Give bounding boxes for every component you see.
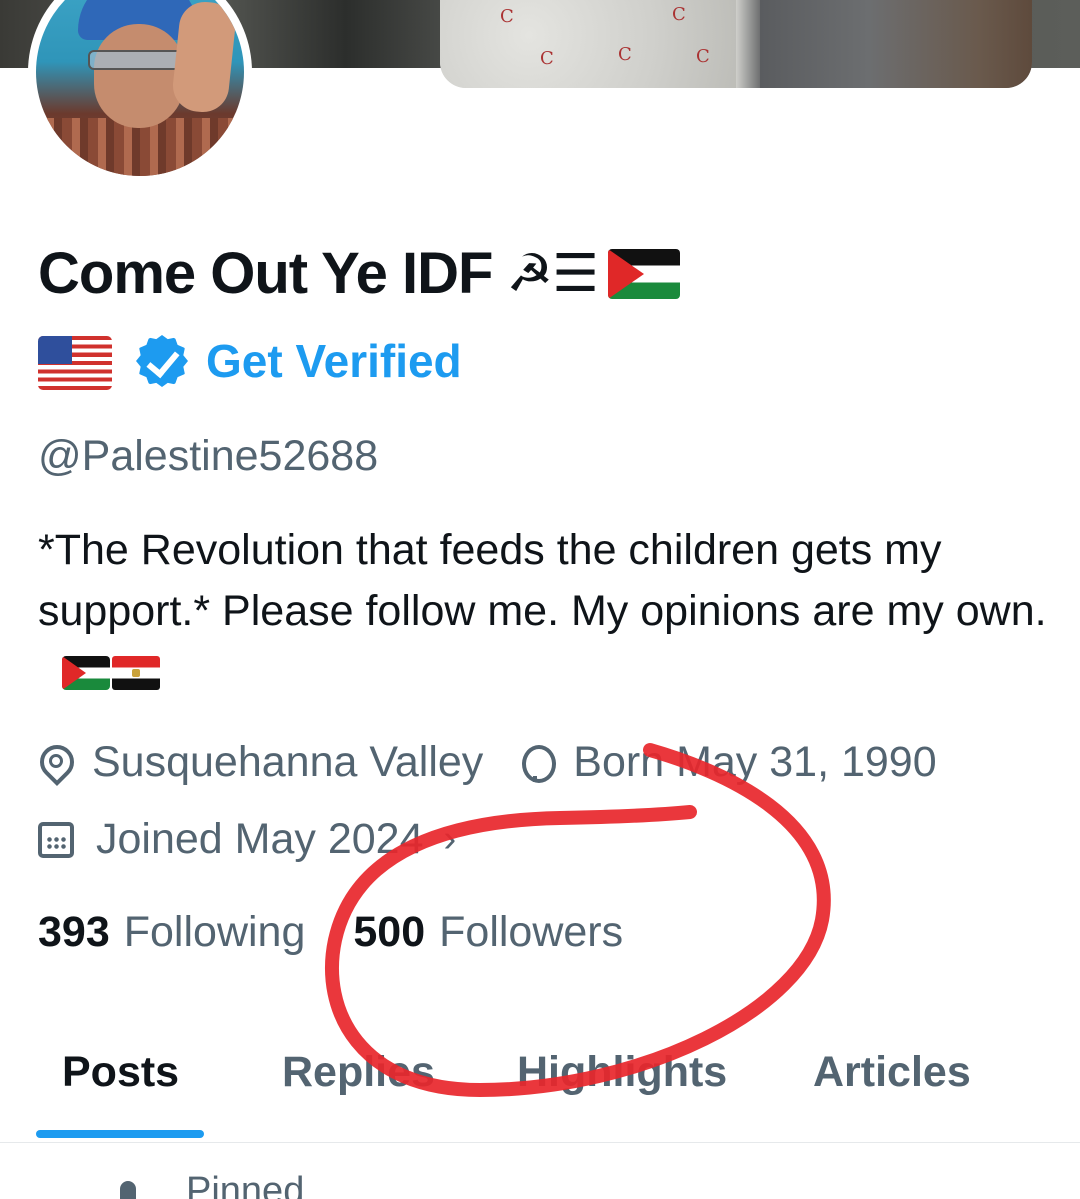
verified-badge-icon bbox=[136, 335, 188, 387]
pinned-label: Pinned bbox=[186, 1170, 305, 1199]
display-name: Come Out Ye IDF ☭☰ bbox=[38, 240, 680, 307]
banner-photo: C C C C C bbox=[440, 0, 1032, 88]
followers-link[interactable]: 500 Followers bbox=[353, 908, 623, 957]
chevron-right-icon: › bbox=[443, 818, 457, 860]
tab-highlights[interactable]: Highlights bbox=[517, 1048, 727, 1097]
profile-bio: *The Revolution that feeds the children … bbox=[38, 520, 1048, 703]
following-label: Following bbox=[123, 908, 306, 956]
display-name-text: Come Out Ye IDF bbox=[38, 241, 493, 306]
joined-text: Joined May 2024 bbox=[96, 815, 424, 863]
followers-count: 500 bbox=[353, 908, 426, 956]
shirt-logo: C bbox=[618, 44, 632, 65]
tab-articles[interactable]: Articles bbox=[813, 1048, 971, 1097]
follow-stats: 393 Following 500 Followers bbox=[38, 908, 623, 957]
username-handle: @Palestine52688 bbox=[38, 432, 379, 480]
pin-icon bbox=[114, 1175, 142, 1199]
us-flag-icon bbox=[38, 336, 112, 390]
following-count: 393 bbox=[38, 908, 110, 956]
profile-tabs: Posts Replies Highlights Articles bbox=[0, 1040, 1080, 1143]
shirt-logo: C bbox=[696, 46, 710, 67]
avatar-photo bbox=[36, 0, 244, 176]
profile-meta-row: Susquehanna Valley Born May 31, 1990 bbox=[38, 738, 937, 787]
birthday-text: Born May 31, 1990 bbox=[573, 738, 937, 786]
shirt-logo: C bbox=[540, 48, 554, 69]
palestine-flag-icon bbox=[607, 248, 680, 299]
active-tab-indicator bbox=[36, 1130, 204, 1138]
name-emoji: ☭☰ bbox=[506, 243, 598, 304]
tab-replies[interactable]: Replies bbox=[282, 1048, 435, 1097]
followers-label: Followers bbox=[439, 908, 624, 956]
tab-posts[interactable]: Posts bbox=[62, 1048, 179, 1097]
banner-shirt-right bbox=[760, 0, 1032, 88]
egypt-flag-icon bbox=[112, 656, 160, 690]
avatar-hand bbox=[170, 0, 238, 115]
bio-text: *The Revolution that feeds the children … bbox=[38, 526, 1047, 635]
get-verified-link[interactable]: Get Verified bbox=[136, 334, 462, 388]
joined-row[interactable]: Joined May 2024 › bbox=[38, 815, 456, 864]
calendar-icon bbox=[38, 821, 74, 858]
get-verified-label: Get Verified bbox=[206, 335, 462, 387]
balloon-icon bbox=[519, 743, 557, 783]
map-pin-icon bbox=[38, 743, 70, 783]
following-link[interactable]: 393 Following bbox=[38, 908, 305, 957]
shirt-logo: C bbox=[500, 6, 514, 27]
shirt-logo: C bbox=[672, 4, 686, 25]
avatar[interactable] bbox=[28, 0, 252, 184]
pinned-label-row: Pinned bbox=[114, 1170, 304, 1199]
banner-shirt-left: C C C C C bbox=[440, 0, 736, 88]
bio-flags bbox=[52, 656, 160, 690]
palestine-flag-icon bbox=[62, 656, 110, 690]
location-text: Susquehanna Valley bbox=[92, 738, 484, 786]
avatar-face bbox=[94, 24, 184, 128]
